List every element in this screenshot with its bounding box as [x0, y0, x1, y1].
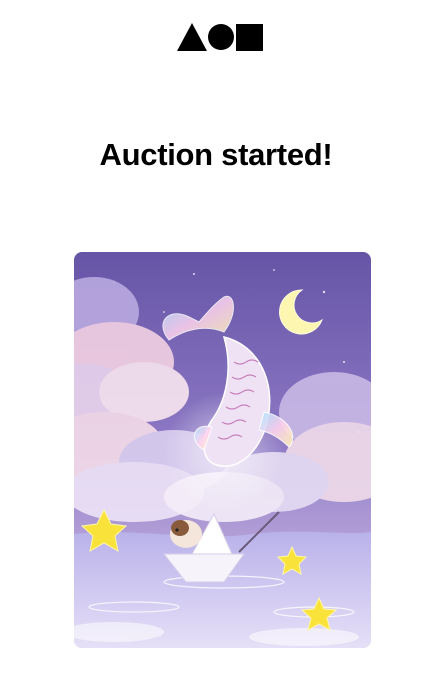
artwork-image[interactable]	[74, 252, 371, 648]
koi-fish-night-sky-illustration	[74, 252, 371, 648]
brand-logo[interactable]	[177, 20, 267, 52]
page-title: Auction started!	[99, 137, 333, 172]
triangle-circle-square-logo-icon	[177, 23, 263, 51]
